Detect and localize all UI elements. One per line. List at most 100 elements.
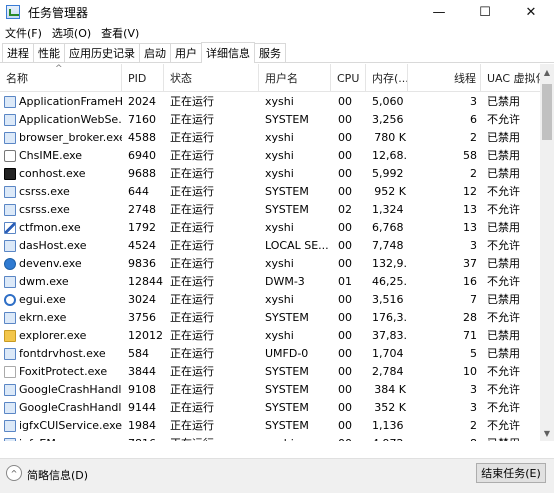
table-row[interactable]: ApplicationWebSe... 7160 正在运行 SYSTEM 00 3,256… — [0, 111, 540, 129]
table-row[interactable]: dwm.exe 12844 正在运行 DWM-3 01 46,25... 16 不允许 — [0, 273, 540, 291]
table-row[interactable]: conhost.exe 9688 正在运行 xyshi 00 5,992 K 2 已禁用 — [0, 165, 540, 183]
process-cpu: 00 — [338, 293, 352, 306]
process-name: fontdrvhost.exe — [19, 347, 106, 360]
process-memory: 1,704 K — [372, 347, 408, 360]
tab-details[interactable]: 详细信息 — [201, 42, 255, 63]
foxit-icon — [4, 366, 16, 378]
tab-performance[interactable]: 性能 — [33, 43, 65, 62]
process-cpu: 01 — [338, 275, 352, 288]
collapse-chevron-icon[interactable]: ^ — [6, 465, 22, 481]
table-row[interactable]: igfxEM.exe 7816正在运行xyshi004,972 K8已禁用 — [0, 435, 540, 441]
process-threads: 13 — [463, 203, 477, 216]
process-name: GoogleCrashHandl... — [19, 383, 122, 396]
process-cpu: 00 — [331, 435, 366, 441]
process-name-cell: csrss.exe — [0, 201, 122, 219]
process-pid: 9688 — [128, 167, 156, 180]
process-pid: 4524 — [128, 239, 156, 252]
process-uac: 已禁用 — [487, 149, 520, 162]
table-row[interactable]: ctfmon.exe 1792 正在运行 xyshi 00 6,768 K 13 已禁用 — [0, 219, 540, 237]
process-pid: 7160 — [128, 113, 156, 126]
process-cpu: 00 — [338, 167, 352, 180]
process-cpu: 00 — [338, 131, 352, 144]
column-header-cpu[interactable]: CPU — [331, 64, 366, 92]
tab-services[interactable]: 服务 — [254, 43, 286, 62]
app-window-icon — [4, 276, 16, 288]
maximize-button[interactable]: ☐ — [462, 0, 508, 24]
column-header-name[interactable]: 名称 — [0, 64, 122, 92]
column-header-status[interactable]: 状态 — [164, 64, 259, 92]
table-row[interactable]: browser_broker.exe 4588 正在运行 xyshi 00 780 K 2已… — [0, 129, 540, 147]
scroll-down-icon[interactable]: ▼ — [540, 425, 554, 441]
column-header-memory[interactable]: 内存(... — [366, 64, 408, 92]
process-cpu: 00 — [338, 401, 352, 414]
process-name-cell: ApplicationWebSe... — [0, 111, 122, 129]
scrollbar-thumb[interactable] — [542, 84, 552, 140]
app-window-icon — [4, 438, 16, 441]
process-cpu: 00 — [338, 113, 352, 126]
app-window-icon — [4, 384, 16, 396]
minimize-button[interactable]: — — [416, 0, 462, 24]
table-row[interactable]: csrss.exe 644 正在运行 SYSTEM 00 952 K 12 不允许 — [0, 183, 540, 201]
app-window-icon — [4, 96, 16, 108]
process-name: egui.exe — [19, 293, 66, 306]
process-cpu: 02 — [338, 203, 352, 216]
process-uac: 已禁用 — [487, 95, 520, 108]
process-threads: 2 — [470, 419, 477, 432]
table-row[interactable]: ApplicationFrameH... 2024 正在运行 xyshi 00 5,060… — [0, 93, 540, 111]
egui-icon — [4, 294, 16, 306]
table-row[interactable]: FoxitProtect.exe 3844 正在运行 SYSTEM 00 2,784 K 1… — [0, 363, 540, 381]
process-memory: 4,972 K — [366, 435, 408, 441]
end-task-button[interactable]: 结束任务(E) — [476, 463, 546, 483]
tab-users[interactable]: 用户 — [170, 43, 202, 62]
table-row[interactable]: GoogleCrashHandl... 9108 正在运行 SYSTEM 00 384 K… — [0, 381, 540, 399]
process-memory: 780 K — [374, 131, 406, 144]
menu-file[interactable]: 文件(F) — [5, 25, 42, 41]
process-uac: 不允许 — [487, 113, 520, 126]
process-threads: 3 — [470, 95, 477, 108]
process-username: LOCAL SE... — [265, 239, 329, 252]
process-name: ekrn.exe — [19, 311, 67, 324]
table-row[interactable]: egui.exe 3024 正在运行 xyshi 00 3,516 K 7 已禁用 — [0, 291, 540, 309]
table-row[interactable]: dasHost.exe 4524 正在运行 LOCAL SE... 00 7,748 K 3… — [0, 237, 540, 255]
column-header-threads[interactable]: 线程 — [408, 64, 481, 92]
table-row[interactable]: devenv.exe 9836 正在运行 xyshi 00 132,9... 37 已禁用 — [0, 255, 540, 273]
table-row[interactable]: fontdrvhost.exe 584 正在运行 UMFD-0 00 1,704 K 5 已禁… — [0, 345, 540, 363]
menu-view[interactable]: 查看(V) — [101, 25, 139, 41]
scroll-up-icon[interactable]: ▲ — [540, 64, 554, 80]
column-header-username[interactable]: 用户名 — [259, 64, 331, 92]
process-name-cell: ChsIME.exe — [0, 147, 122, 165]
process-cpu: 00 — [338, 239, 352, 252]
process-pid: 2748 — [128, 203, 156, 216]
process-pid: 3756 — [128, 311, 156, 324]
table-row[interactable]: igfxCUIService.exe 1984 正在运行 SYSTEM 00 1,136 … — [0, 417, 540, 435]
close-button[interactable]: ✕ — [508, 0, 554, 24]
process-status: 正在运行 — [170, 149, 214, 162]
fewer-details-link[interactable]: 简略信息(D) — [27, 467, 88, 483]
tab-startup[interactable]: 启动 — [139, 43, 171, 62]
process-memory: 3,256 K — [372, 113, 408, 126]
table-row[interactable]: ekrn.exe 3756 正在运行 SYSTEM 00 176,3... 28 不允许 — [0, 309, 540, 327]
table-row[interactable]: GoogleCrashHandl... 9144 正在运行 SYSTEM 00 352 K… — [0, 399, 540, 417]
process-threads: 3 — [470, 239, 477, 252]
menu-options[interactable]: 选项(O) — [52, 25, 91, 41]
tab-app-history[interactable]: 应用历史记录 — [64, 43, 140, 62]
process-status: 正在运行 — [170, 383, 214, 396]
process-name: GoogleCrashHandl... — [19, 401, 122, 414]
table-row[interactable]: csrss.exe 2748 正在运行 SYSTEM 02 1,324 K 13 不允许 — [0, 201, 540, 219]
process-pid: 1984 — [128, 419, 156, 432]
column-header-uac[interactable]: UAC 虚拟化 — [481, 64, 540, 92]
process-username: xyshi — [259, 435, 331, 441]
process-username: SYSTEM — [265, 113, 309, 126]
process-pid: 12012 — [128, 329, 163, 342]
process-name-cell: dasHost.exe — [0, 237, 122, 255]
process-pid: 12844 — [128, 275, 163, 288]
tab-processes[interactable]: 进程 — [2, 43, 34, 62]
table-row[interactable]: explorer.exe 12012 正在运行 xyshi 00 37,83... 71 已禁… — [0, 327, 540, 345]
process-username: DWM-3 — [265, 275, 305, 288]
process-name: ChsIME.exe — [19, 149, 83, 162]
table-row[interactable]: ChsIME.exe 6940 正在运行 xyshi 00 12,68... 58 已禁用 — [0, 147, 540, 165]
process-name: dasHost.exe — [19, 239, 87, 252]
task-manager-icon — [6, 5, 20, 19]
vertical-scrollbar[interactable]: ▲ ▼ — [540, 64, 554, 441]
column-header-pid[interactable]: PID — [122, 64, 164, 92]
